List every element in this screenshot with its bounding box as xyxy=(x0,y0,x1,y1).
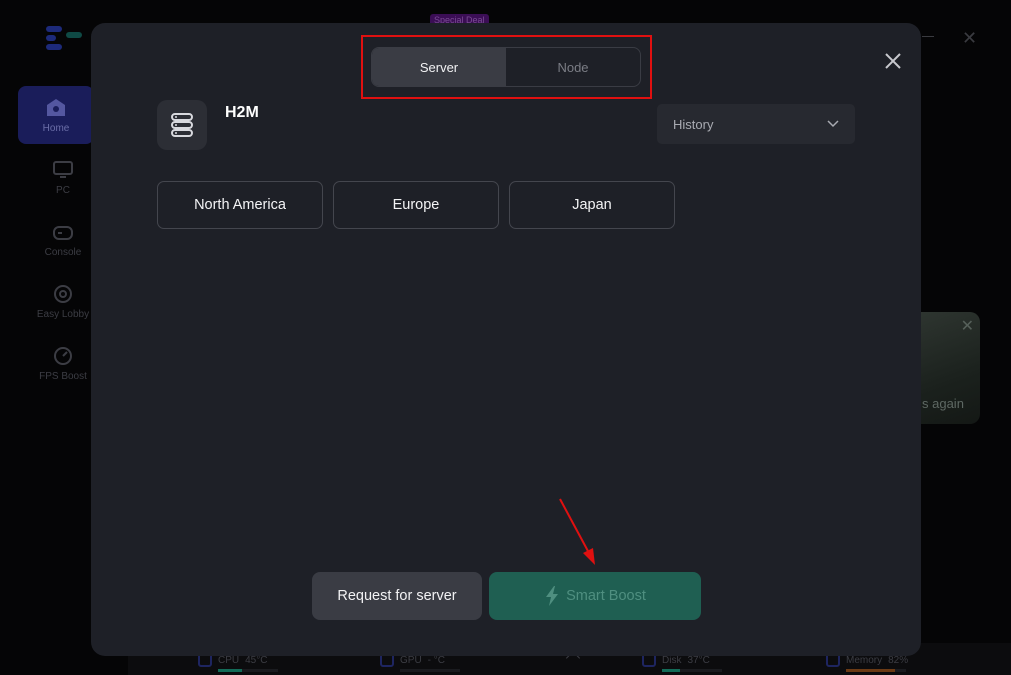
promo-card[interactable]: ✕ s again xyxy=(920,312,980,424)
sidebar-item-home[interactable]: Home xyxy=(18,86,94,144)
history-dropdown[interactable]: History xyxy=(657,104,855,144)
memory-bar xyxy=(846,669,906,672)
tab-switch: Server Node xyxy=(371,47,641,87)
home-icon xyxy=(47,98,65,116)
promo-text: s again xyxy=(922,396,964,411)
request-server-button[interactable]: Request for server xyxy=(312,572,482,620)
smart-boost-label: Smart Boost xyxy=(566,588,646,604)
tab-node[interactable]: Node xyxy=(506,48,640,86)
stat-value: 37°C xyxy=(687,654,710,666)
cpu-bar xyxy=(218,669,278,672)
server-stack-icon xyxy=(171,113,193,137)
monitor-icon xyxy=(53,160,73,178)
speedometer-icon xyxy=(54,346,72,365)
stat-label: GPU xyxy=(400,654,422,666)
window-close-icon[interactable]: ✕ xyxy=(962,28,977,49)
stat-label: Disk xyxy=(662,654,682,666)
stat-value: 45°C xyxy=(245,654,268,666)
tab-server[interactable]: Server xyxy=(372,48,506,86)
region-japan-button[interactable]: Japan xyxy=(509,181,675,229)
promo-close-icon[interactable]: ✕ xyxy=(961,316,974,336)
gpu-bar xyxy=(400,669,460,672)
history-label: History xyxy=(673,116,714,132)
stat-label: Memory xyxy=(846,654,883,666)
game-title: H2M xyxy=(225,104,259,121)
game-icon xyxy=(157,100,207,150)
smart-boost-button[interactable]: Smart Boost xyxy=(489,572,701,620)
region-europe-button[interactable]: Europe xyxy=(333,181,499,229)
stat-value: 82% xyxy=(888,654,909,666)
stat-label: CPU xyxy=(218,654,240,666)
region-north-america-button[interactable]: North America xyxy=(157,181,323,229)
close-icon[interactable] xyxy=(883,51,903,71)
stat-value: - °C xyxy=(427,654,446,666)
gamepad-icon xyxy=(53,225,73,240)
app-logo xyxy=(46,26,82,50)
sidebar-item-label: Home xyxy=(42,122,70,134)
crosshair-icon xyxy=(54,284,72,303)
server-select-dialog: Server Node H2M History North America Eu… xyxy=(91,23,921,656)
minimize-icon[interactable] xyxy=(922,36,934,37)
disk-bar xyxy=(662,669,722,672)
chevron-down-icon xyxy=(827,120,839,128)
lightning-icon xyxy=(546,586,559,606)
region-list: North America Europe Japan xyxy=(157,181,675,229)
